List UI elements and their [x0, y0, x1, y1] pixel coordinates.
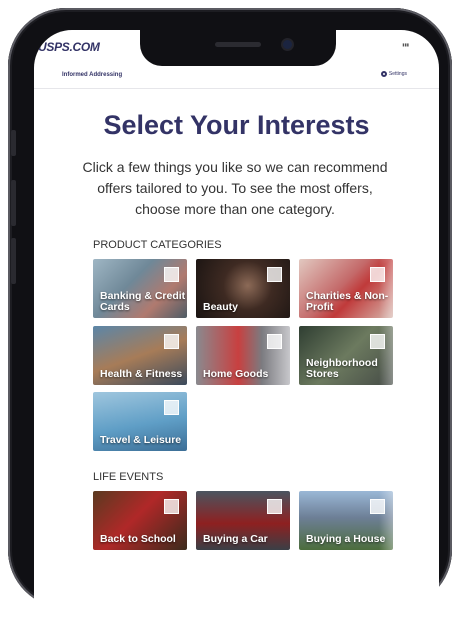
volume-up-button	[11, 180, 16, 226]
page-title: Select Your Interests	[103, 110, 370, 140]
app-title: Informed Addressing	[62, 72, 123, 78]
intro-text: Click a few things you like so we can re…	[82, 159, 388, 217]
life-events-label: LIFE EVENTS	[93, 471, 164, 483]
category-tile-banking[interactable]: Banking & Credit Cards	[93, 259, 187, 318]
category-checkbox[interactable]	[267, 267, 282, 282]
category-tile-health[interactable]: Health & Fitness	[93, 326, 187, 385]
category-checkbox[interactable]	[164, 400, 179, 415]
right-edge-fade	[379, 230, 424, 570]
category-checkbox[interactable]	[164, 499, 179, 514]
tile-label: Back to School	[100, 533, 176, 545]
product-categories-label: PRODUCT CATEGORIES	[93, 239, 222, 251]
category-checkbox[interactable]	[267, 499, 282, 514]
category-tile-beauty[interactable]: Beauty	[196, 259, 290, 318]
app-subheader: Informed Addressing Settings	[34, 64, 439, 89]
tile-label: Travel & Leisure	[100, 434, 182, 446]
category-tile-travel[interactable]: Travel & Leisure	[93, 392, 187, 451]
gear-icon	[380, 71, 387, 77]
front-camera	[283, 40, 292, 49]
tile-label: Health & Fitness	[100, 368, 183, 380]
tile-label: Buying a House	[306, 533, 386, 545]
notch	[140, 30, 336, 66]
mute-switch	[11, 130, 16, 156]
status-indicator: ▮▮▮	[402, 42, 409, 47]
tile-label: Beauty	[203, 301, 239, 313]
tile-label: Banking & Credit Cards	[100, 290, 186, 313]
category-checkbox[interactable]	[267, 334, 282, 349]
tile-label: Home Goods	[203, 368, 269, 380]
speaker-grille	[215, 42, 261, 47]
volume-down-button	[11, 238, 16, 284]
category-checkbox[interactable]	[164, 334, 179, 349]
category-checkbox[interactable]	[164, 267, 179, 282]
usps-logo[interactable]: USPS.COM	[38, 40, 100, 54]
settings-label: Settings	[388, 71, 407, 77]
phone-screen: USPS.COM ▮▮▮ Informed Addressing Setting…	[34, 30, 439, 630]
settings-button[interactable]: Settings	[380, 71, 407, 77]
tile-label: Buying a Car	[203, 533, 268, 545]
life-event-tile-buying-a-car[interactable]: Buying a Car	[196, 491, 290, 550]
category-tile-home-goods[interactable]: Home Goods	[196, 326, 290, 385]
life-event-tile-back-to-school[interactable]: Back to School	[93, 491, 187, 550]
